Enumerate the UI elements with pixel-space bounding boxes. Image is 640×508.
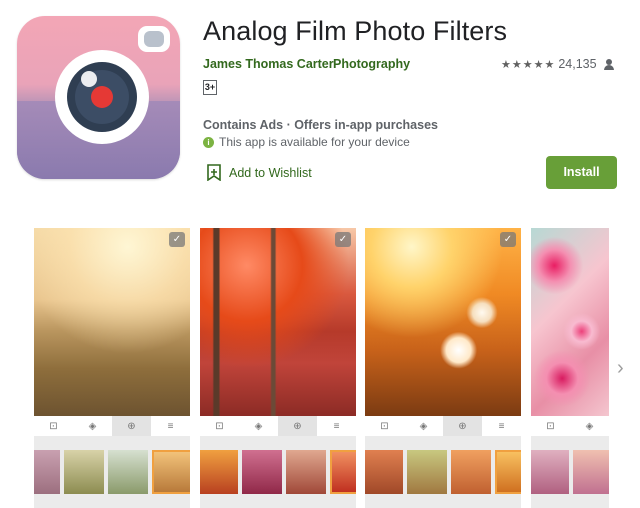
sliders-icon: ≡ (167, 420, 174, 432)
filter-thumb-selected (495, 450, 521, 494)
screenshot-photo (34, 228, 190, 416)
rating: ★★★★★ 24,135 (501, 57, 614, 71)
camera-icon: ⊡ (380, 420, 389, 432)
category-link[interactable]: Photography (333, 57, 410, 71)
screenshot-1[interactable]: ✓ ⊡ ◈ ⊕ ≡ (34, 228, 190, 508)
rating-count: 24,135 (558, 57, 597, 71)
lock-icon: ⊕ (278, 416, 317, 436)
lens-highlight (81, 71, 97, 87)
check-icon: ✓ (500, 232, 516, 247)
screenshot-3[interactable]: ✓ ⊡ ◈ ⊕ ≡ (365, 228, 521, 508)
sliders-icon: ≡ (333, 420, 340, 432)
screenshot-photo (531, 228, 609, 416)
filter-thumb (200, 450, 238, 494)
ads-notice: Contains Ads · Offers in-app purchases (203, 118, 438, 132)
screenshot-4[interactable]: ⊡ ◈ (531, 228, 609, 508)
person-icon (603, 58, 614, 70)
filter-thumb-selected (152, 450, 190, 494)
filter-thumb (365, 450, 403, 494)
screenshot-toolbar: ⊡ ◈ ⊕ ≡ (365, 416, 521, 436)
add-to-wishlist-button[interactable]: Add to Wishlist (207, 164, 312, 181)
filter-thumb (34, 450, 60, 494)
screenshot-toolbar: ⊡ ◈ ⊕ ≡ (34, 416, 190, 436)
filter-thumb (573, 450, 609, 494)
app-title: Analog Film Photo Filters (203, 16, 508, 46)
filter-thumb (108, 450, 148, 494)
chevron-right-icon[interactable]: › (617, 358, 631, 378)
screenshot-photo (200, 228, 356, 416)
filter-strip (34, 436, 190, 508)
install-button[interactable]: Install (546, 156, 617, 189)
filter-thumb (64, 450, 104, 494)
availability: i This app is available for your device (203, 135, 410, 149)
wishlist-label: Add to Wishlist (229, 165, 312, 180)
filter-strip (200, 436, 356, 508)
screenshot-toolbar: ⊡ ◈ (531, 416, 609, 436)
lock-icon: ⊕ (443, 416, 482, 436)
rating-stars: ★★★★★ (501, 58, 556, 71)
filter-thumb-selected (330, 450, 356, 494)
camera-icon: ⊡ (215, 420, 224, 432)
screenshot-photo (365, 228, 521, 416)
lock-icon: ⊕ (112, 416, 151, 436)
availability-text: This app is available for your device (219, 135, 410, 149)
filter-thumb (451, 450, 491, 494)
screenshot-toolbar: ⊡ ◈ ⊕ ≡ (200, 416, 356, 436)
app-icon (17, 16, 180, 179)
check-icon: ✓ (335, 232, 351, 247)
age-rating-badge: 3+ (203, 80, 217, 95)
filter-thumb (531, 450, 569, 494)
filter-thumb (407, 450, 447, 494)
filter-strip (365, 436, 521, 508)
filter-strip (531, 436, 609, 508)
camera-icon: ⊡ (546, 420, 555, 432)
layers-icon: ◈ (419, 420, 428, 432)
developer-link[interactable]: James Thomas Carter (203, 57, 334, 71)
layers-icon: ◈ (254, 420, 263, 432)
layers-icon: ◈ (88, 420, 97, 432)
info-icon: i (203, 136, 214, 148)
camera-icon: ⊡ (49, 420, 58, 432)
check-icon: ✓ (169, 232, 185, 247)
flash-icon (138, 26, 170, 52)
filter-thumb (286, 450, 326, 494)
sliders-icon: ≡ (498, 420, 505, 432)
screenshot-2[interactable]: ✓ ⊡ ◈ ⊕ ≡ (200, 228, 356, 508)
layers-icon: ◈ (585, 420, 594, 432)
bookmark-icon (207, 164, 221, 181)
lens-center (91, 86, 113, 108)
filter-thumb (242, 450, 282, 494)
